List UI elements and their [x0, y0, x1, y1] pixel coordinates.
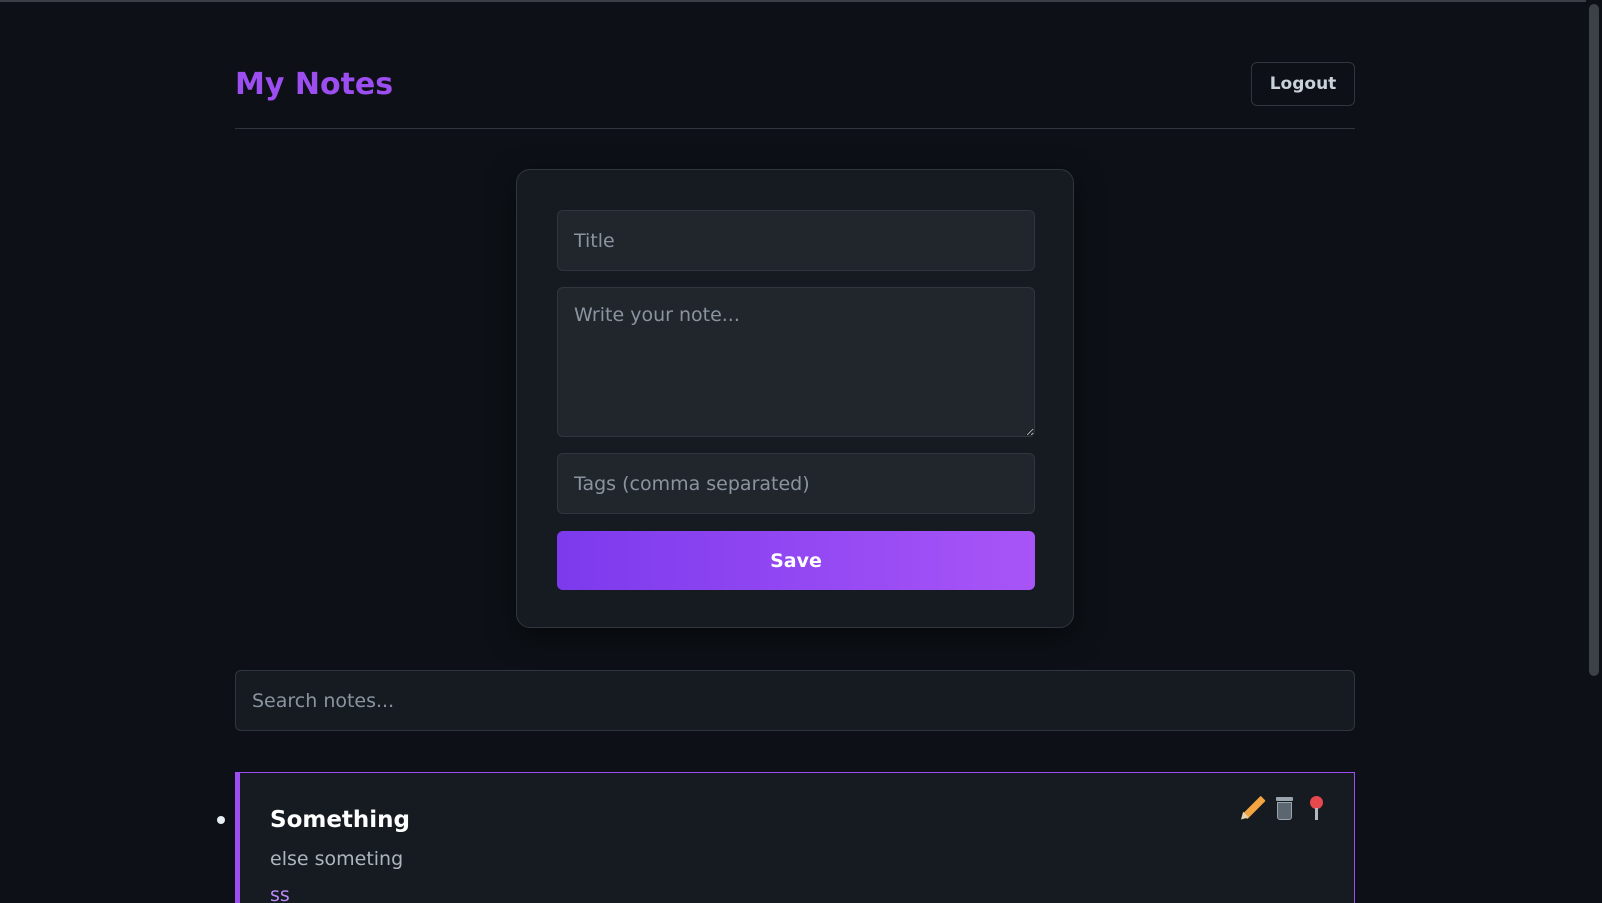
pencil-icon[interactable]	[1238, 793, 1266, 821]
note-title-input[interactable]	[557, 210, 1035, 271]
note-body: else someting	[270, 848, 404, 870]
note-card[interactable]: Something else someting ss	[217, 772, 1355, 903]
list-bullet	[217, 816, 225, 824]
app-title: My Notes	[235, 67, 394, 102]
pin-icon[interactable]	[1302, 793, 1330, 821]
logout-button[interactable]: Logout	[1251, 62, 1355, 106]
note-content-textarea[interactable]	[557, 287, 1035, 437]
trash-icon[interactable]	[1270, 793, 1298, 821]
app-header: My Notes Logout	[235, 62, 1355, 129]
search-input[interactable]	[235, 670, 1355, 731]
note-tag[interactable]: ss	[270, 883, 290, 903]
save-button[interactable]: Save	[557, 531, 1035, 590]
note-tags-input[interactable]	[557, 453, 1035, 514]
note-actions	[1238, 793, 1330, 821]
scrollbar-thumb[interactable]	[1589, 4, 1599, 676]
app-container: My Notes Logout Save Something else some…	[217, 0, 1355, 903]
page-viewport: My Notes Logout Save Something else some…	[0, 0, 1586, 903]
note-title: Something	[270, 807, 411, 833]
notes-list: Something else someting ss	[217, 772, 1355, 903]
note-editor-card: Save	[516, 169, 1074, 628]
vertical-scrollbar[interactable]	[1586, 0, 1602, 903]
